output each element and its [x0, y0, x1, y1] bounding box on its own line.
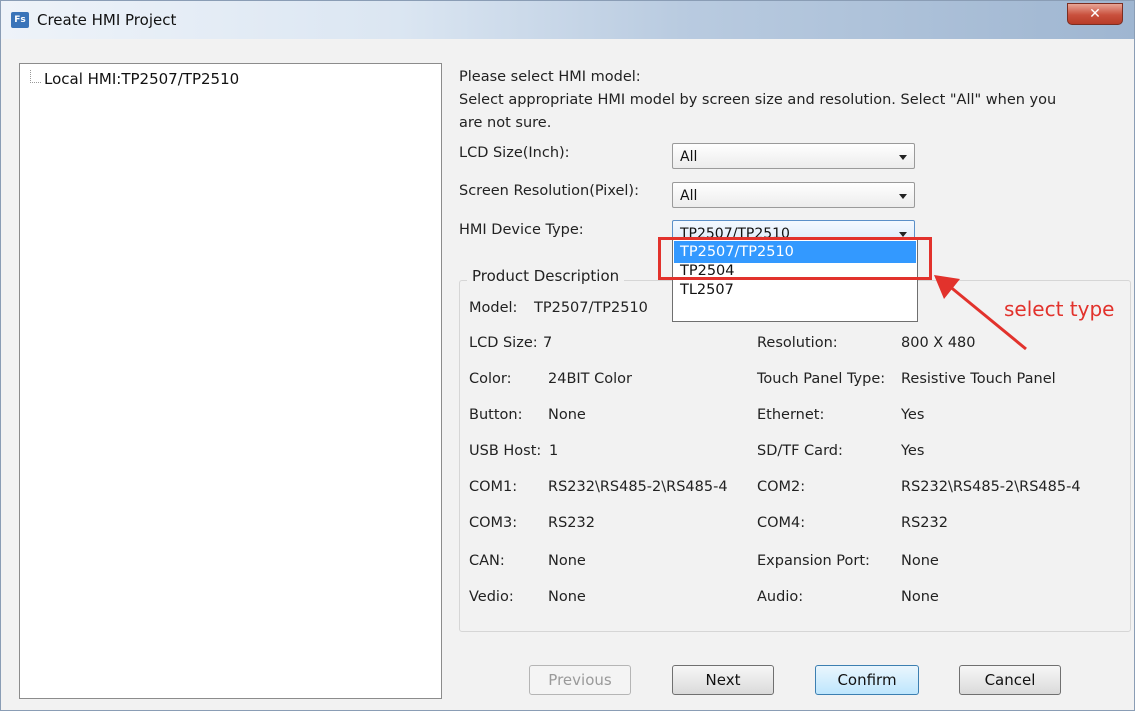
app-icon: Fs: [11, 12, 29, 28]
spec-label: SD/TF Card:: [757, 443, 843, 459]
spec-label: USB Host:: [469, 443, 542, 459]
spec-value: None: [901, 589, 939, 605]
close-button[interactable]: ✕: [1067, 3, 1123, 25]
lcd-size-select[interactable]: All: [672, 143, 915, 169]
spec-label: Audio:: [757, 589, 804, 605]
spec-label: Vedio:: [469, 589, 514, 605]
lcd-size-value: All: [680, 149, 698, 165]
spec-value: RS232\RS485-2\RS485-4: [901, 479, 1081, 495]
intro-description: Select appropriate HMI model by screen s…: [459, 92, 1057, 108]
spec-value: None: [548, 553, 586, 569]
confirm-button[interactable]: Confirm: [815, 665, 919, 695]
next-button[interactable]: Next: [672, 665, 774, 695]
spec-value: Yes: [901, 407, 925, 423]
intro-description-cont: are not sure.: [459, 115, 552, 131]
model-selection-panel: Please select HMI model: Select appropri…: [459, 63, 1131, 703]
model-label: Model:: [469, 300, 518, 316]
spec-label: COM3:: [469, 515, 518, 531]
spec-label: Ethernet:: [757, 407, 825, 423]
product-description-legend: Product Description: [467, 267, 625, 285]
spec-value: None: [548, 407, 586, 423]
spec-value: 7: [543, 335, 553, 351]
resolution-select[interactable]: All: [672, 182, 915, 208]
window-title: Create HMI Project: [37, 11, 177, 29]
spec-value: RS232\RS485-2\RS485-4: [548, 479, 728, 495]
spec-value: RS232: [901, 515, 948, 531]
spec-value: 1: [549, 443, 559, 459]
cancel-button[interactable]: Cancel: [959, 665, 1061, 695]
spec-label: Resolution:: [757, 335, 838, 351]
spec-label: COM2:: [757, 479, 806, 495]
spec-value: RS232: [548, 515, 595, 531]
title-bar[interactable]: Fs Create HMI Project ✕: [1, 1, 1134, 39]
spec-value: None: [901, 553, 939, 569]
create-hmi-project-dialog: Fs Create HMI Project ✕ Local HMI:TP2507…: [0, 0, 1135, 711]
spec-label: COM1:: [469, 479, 518, 495]
spec-label: Color:: [469, 371, 512, 387]
resolution-value: All: [680, 188, 698, 204]
previous-button[interactable]: Previous: [529, 665, 631, 695]
spec-value: Resistive Touch Panel: [901, 371, 1056, 387]
model-value: TP2507/TP2510: [534, 300, 648, 316]
tree-item-local-hmi[interactable]: Local HMI:TP2507/TP2510: [44, 70, 239, 88]
resolution-label: Screen Resolution(Pixel):: [459, 183, 639, 199]
spec-value: None: [548, 589, 586, 605]
spec-label: Touch Panel Type:: [757, 371, 886, 387]
spec-label: COM4:: [757, 515, 806, 531]
intro-heading: Please select HMI model:: [459, 69, 641, 85]
spec-label: CAN:: [469, 553, 505, 569]
lcd-size-label: LCD Size(Inch):: [459, 145, 570, 161]
highlight-box: [658, 237, 932, 280]
annotation-label: select type: [1004, 297, 1115, 321]
device-type-label: HMI Device Type:: [459, 222, 584, 238]
spec-value: Yes: [901, 443, 925, 459]
tree-connector: [30, 70, 41, 83]
chevron-down-icon: [899, 194, 907, 199]
spec-value: 24BIT Color: [548, 371, 632, 387]
spec-label: Button:: [469, 407, 523, 423]
spec-label: LCD Size:: [469, 335, 538, 351]
dropdown-option-tl2507[interactable]: TL2507: [674, 279, 916, 301]
chevron-down-icon: [899, 155, 907, 160]
hmi-tree-panel[interactable]: Local HMI:TP2507/TP2510: [19, 63, 442, 699]
spec-label: Expansion Port:: [757, 553, 870, 569]
